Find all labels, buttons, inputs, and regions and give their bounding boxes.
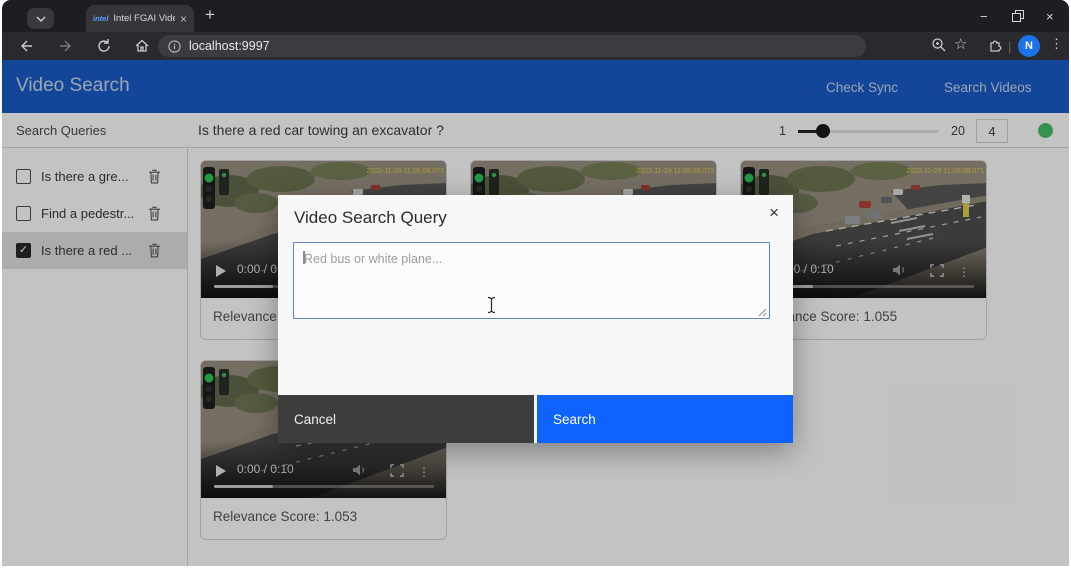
tab-search-button[interactable] <box>27 8 54 29</box>
text-cursor-pointer <box>486 296 497 314</box>
modal-footer: Cancel Search <box>278 395 793 443</box>
text-caret <box>303 251 305 264</box>
screen: intel Intel FGAI Video Search × + − × <box>0 0 1071 571</box>
tab-title: Intel FGAI Video Search <box>113 13 175 24</box>
address-bar[interactable]: localhost:9997 <box>158 35 866 57</box>
chevron-down-icon <box>36 16 46 22</box>
modal-close-icon[interactable]: × <box>769 203 779 223</box>
new-tab-button[interactable]: + <box>205 5 215 25</box>
back-icon[interactable] <box>18 38 34 54</box>
reload-icon[interactable] <box>96 38 112 54</box>
browser-tab[interactable]: intel Intel FGAI Video Search × <box>86 5 194 32</box>
browser-toolbar: localhost:9997 ☆ | N ⋮ <box>2 32 1069 60</box>
url-text: localhost:9997 <box>189 39 270 53</box>
bookmark-star-icon[interactable]: ☆ <box>954 35 967 53</box>
browser-window: intel Intel FGAI Video Search × + − × <box>2 0 1069 566</box>
video-search-query-modal: Video Search Query × Cancel Search <box>278 195 793 443</box>
tab-strip: intel Intel FGAI Video Search × + − × <box>2 0 1069 32</box>
profile-avatar[interactable]: N <box>1018 35 1040 57</box>
zoom-icon[interactable] <box>931 37 947 53</box>
intel-favicon-icon: intel <box>93 14 108 23</box>
minimize-button[interactable]: − <box>980 0 988 32</box>
window-close-button[interactable]: × <box>1046 0 1054 32</box>
restore-button[interactable] <box>1012 0 1024 32</box>
tab-close-icon[interactable]: × <box>180 12 187 26</box>
restore-icon <box>1012 10 1024 22</box>
home-icon[interactable] <box>134 38 150 54</box>
modal-title: Video Search Query <box>294 208 447 228</box>
browser-menu-kebab-icon[interactable]: ⋮ <box>1050 36 1063 52</box>
forward-icon[interactable] <box>58 38 74 54</box>
query-textarea[interactable] <box>293 242 770 319</box>
resize-handle-icon[interactable] <box>758 308 767 317</box>
toolbar-divider: | <box>1008 39 1011 54</box>
app-page: Video Search Check Sync Search Videos Se… <box>2 60 1069 566</box>
extensions-icon[interactable] <box>988 37 1004 53</box>
cancel-button[interactable]: Cancel <box>278 395 534 443</box>
search-button[interactable]: Search <box>537 395 793 443</box>
info-icon[interactable] <box>168 40 181 53</box>
